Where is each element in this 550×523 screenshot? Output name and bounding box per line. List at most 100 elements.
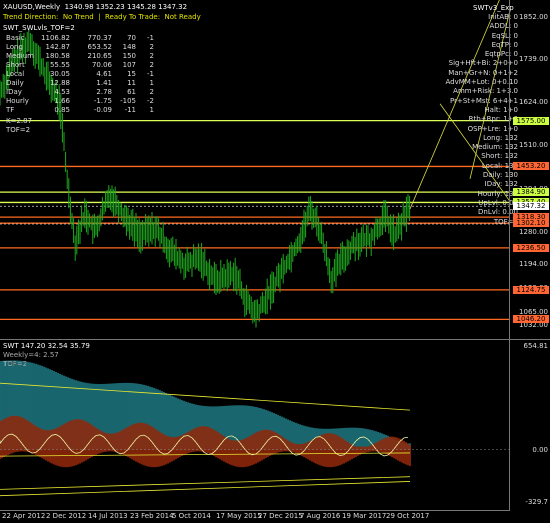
- time-tick-label: 5 Oct 2014: [172, 512, 211, 520]
- stats-cell: 2: [149, 52, 154, 60]
- stats-row: IDay 4.53 2.78 61 2: [6, 88, 154, 97]
- stats-cell: 2: [149, 88, 154, 96]
- swt-tick-label: 654.81: [523, 342, 549, 350]
- swt-tick-label: -329.7: [525, 498, 548, 506]
- stats-cell: Local: [6, 70, 25, 78]
- stats-cell: 1: [149, 106, 154, 114]
- stats-cell: 180.58: [45, 52, 71, 60]
- stats-cell: 770.37: [87, 34, 113, 42]
- stats-cell: 1.66: [54, 97, 70, 105]
- info-row: EqTP: 0: [491, 40, 518, 49]
- info-row: Local: 131: [481, 161, 518, 170]
- swt-tof-line: TOF=2: [3, 360, 28, 368]
- info-row: IDay: 132: [484, 180, 518, 189]
- info-row: Halt: 1+0: [484, 105, 518, 114]
- stats-cell: 0.85: [54, 106, 70, 114]
- info-row: Medium: 132: [472, 143, 518, 152]
- stats-table: Basic 1106.82 770.37 70 -1 Long 142.87 653.52 14…: [6, 34, 154, 115]
- info-row: Amm+Risk: 1+3.0: [453, 87, 518, 96]
- stats-cell: 11: [127, 79, 136, 87]
- info-row: ADDL: 0: [489, 22, 518, 31]
- time-tick-label: 7 Aug 2016: [300, 512, 341, 520]
- swt-indicator-svg: [0, 360, 510, 497]
- stats-cell: -1: [147, 34, 154, 42]
- price-tick-label: 1739.00: [519, 54, 548, 63]
- stats-cell: Short: [6, 61, 25, 69]
- stats-cell: -0.09: [93, 106, 112, 114]
- price-tick-label: 1194.00: [519, 259, 548, 268]
- symbol-line: XAUUSD,Weekly 1340.98 1352.23 1345.28 13…: [3, 3, 188, 11]
- info-row: Sig+Hft+Bi: 2+0+0: [448, 59, 518, 68]
- time-tick-label: 27 Dec 2015: [258, 512, 303, 520]
- stats-cell: 2: [149, 61, 154, 69]
- stats-cell: 142.87: [45, 43, 71, 51]
- time-tick-label: 2 Dec 2012: [46, 512, 87, 520]
- stats-row: Local 30.05 4.61 15 -1: [6, 70, 154, 79]
- stats-cell: -1.75: [93, 97, 112, 105]
- info-row: EqSL: 0: [491, 31, 518, 40]
- stats-cell: 210.65: [87, 52, 113, 60]
- stats-cell: -1: [147, 70, 154, 78]
- k-value: K=2.87: [6, 117, 33, 125]
- stats-cell: 70.06: [91, 61, 112, 69]
- price-level-tag: 1302.10: [513, 219, 549, 228]
- stats-row: Medium 180.58 210.65 150 2: [6, 52, 154, 61]
- info-row: TOF=2: [493, 217, 518, 226]
- info-row: OSP+Lre: 1+0: [467, 124, 518, 133]
- stats-cell: 1.41: [96, 79, 112, 87]
- info-row: Long: 132: [483, 133, 518, 142]
- stats-row: Hourly 1.66 -1.75 -105 -2: [6, 97, 154, 106]
- stats-row: Long 142.87 653.52 148 2: [6, 43, 154, 52]
- price-tick-label: 1280.00: [519, 227, 548, 236]
- info-row: InitAB: 0: [488, 13, 518, 21]
- stats-cell: Long: [6, 43, 23, 51]
- stats-cell: 107: [122, 61, 136, 69]
- right-indicator-label: SWTv3_Exp: [473, 4, 514, 12]
- swt-yellow-line: [0, 481, 411, 497]
- price-tick-label: 1624.00: [519, 98, 548, 107]
- stats-row: Basic 1106.82 770.37 70 -1: [6, 34, 154, 43]
- price-level-tag: 1124.75: [513, 285, 549, 294]
- swt-yellow-line: [0, 476, 411, 490]
- info-row: Hourly: 132: [477, 189, 518, 198]
- info-row: AdvMM+Lot: 0+0.10: [445, 78, 519, 87]
- info-row: Man+Gr+N: 0+1+2: [448, 68, 518, 77]
- time-tick-label: 17 May 2015: [216, 512, 262, 520]
- stats-cell: -105: [120, 97, 136, 105]
- price-axis: 1852.001739.001624.001510.001394.001280.…: [509, 0, 550, 339]
- stats-cell: 4.61: [96, 70, 112, 78]
- price-tick-label: 1852.00: [519, 12, 548, 21]
- time-tick-label: 19 Mar 2017: [342, 512, 387, 520]
- swt-weekly-line: Weekly=4: 2.57: [3, 351, 59, 359]
- swt-tick-label: 0.00: [532, 445, 548, 454]
- stats-cell: 2: [149, 43, 154, 51]
- price-level-tag: 1347.32: [513, 202, 549, 211]
- stats-cell: 150: [122, 52, 136, 60]
- stats-row: TF 0.85 -0.09 -11 1: [6, 106, 154, 115]
- stats-row: Short 55.55 70.06 107 2: [6, 61, 154, 70]
- stats-cell: -2: [147, 97, 154, 105]
- swt-indicator-pane[interactable]: SWT 147.20 32.54 35.79 Weekly=4: 2.57 TO…: [0, 340, 550, 510]
- stats-cell: 30.05: [49, 70, 70, 78]
- stats-row: Daily 12.88 1.41 11 1: [6, 79, 154, 88]
- stats-cell: 148: [122, 43, 136, 51]
- info-row: UpLvl: 0.00: [478, 198, 518, 207]
- info-row: DnLvl: 0.00: [478, 208, 518, 217]
- info-row: Short: 132: [481, 152, 518, 161]
- time-tick-label: 29 Oct 2017: [386, 512, 430, 520]
- stats-cell: 653.52: [87, 43, 113, 51]
- stats-cell: 15: [127, 70, 136, 78]
- info-row: Daily: 130: [482, 171, 518, 180]
- price-chart-pane[interactable]: XAUUSD,Weekly 1340.98 1352.23 1345.28 13…: [0, 0, 550, 340]
- info-row: Rtb+Rpr: 1+0: [468, 115, 518, 124]
- info-row: Pr+St+Mst: 6+4+1: [449, 96, 518, 105]
- stats-cell: 1106.82: [41, 34, 70, 42]
- time-axis: 22 Apr 2012 2 Dec 2012 14 Jul 2013 23 Feb 2…: [0, 510, 510, 523]
- stats-cell: 2.78: [96, 88, 112, 96]
- tof-value: TOF=2: [6, 126, 31, 134]
- price-level-tag: 1384.90: [513, 188, 549, 197]
- stats-cell: Daily: [6, 79, 24, 87]
- price-level-tag: 1575.00: [513, 116, 549, 125]
- stats-cell: Hourly: [6, 97, 29, 105]
- time-tick-label: 14 Jul 2013: [88, 512, 128, 520]
